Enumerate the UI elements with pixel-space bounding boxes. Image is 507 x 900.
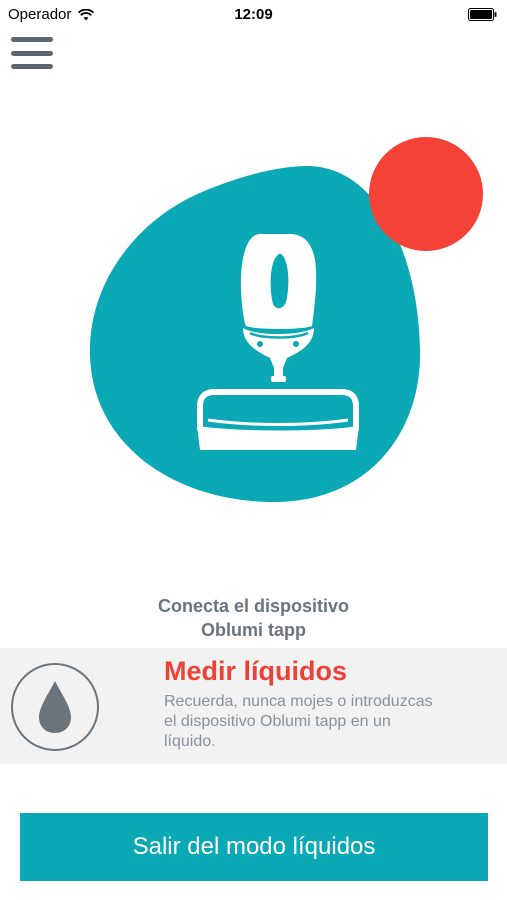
menu-bar-top xyxy=(11,37,53,42)
liquid-mode-panel: Medir líquidos Recuerda, nunca mojes o i… xyxy=(0,648,507,764)
panel-title: Medir líquidos xyxy=(164,656,348,686)
status-dot xyxy=(369,137,483,251)
clock: 12:09 xyxy=(234,6,273,23)
menu-bar-bottom xyxy=(11,64,53,69)
caption-line-1: Conecta el dispositivo xyxy=(157,596,350,616)
warning-line-3: líquido. xyxy=(164,733,216,750)
hamburger-menu-icon[interactable] xyxy=(11,35,55,71)
water-drop-icon xyxy=(39,681,71,733)
connect-device-caption: Conecta el dispositivo Oblumi tapp xyxy=(0,594,507,642)
menu-bar-middle xyxy=(11,50,53,56)
status-bar: Operador 12:09 xyxy=(0,0,507,30)
panel-warning-text: Recuerda, nunca mojes o introduzcas el d… xyxy=(164,692,494,752)
battery-icon xyxy=(468,8,497,21)
exit-liquid-mode-button[interactable]: Salir del modo líquidos xyxy=(20,813,488,881)
screen: Operador 12:09 Conecta el dispositivo Ob… xyxy=(0,0,507,900)
warning-line-1: Recuerda, nunca mojes o introduzcas xyxy=(164,693,433,710)
warning-line-2: el dispositivo Oblumi tapp en un xyxy=(164,713,391,730)
caption-line-2: Oblumi tapp xyxy=(201,620,306,640)
device-illustration xyxy=(89,137,483,503)
water-drop-badge xyxy=(11,663,99,751)
